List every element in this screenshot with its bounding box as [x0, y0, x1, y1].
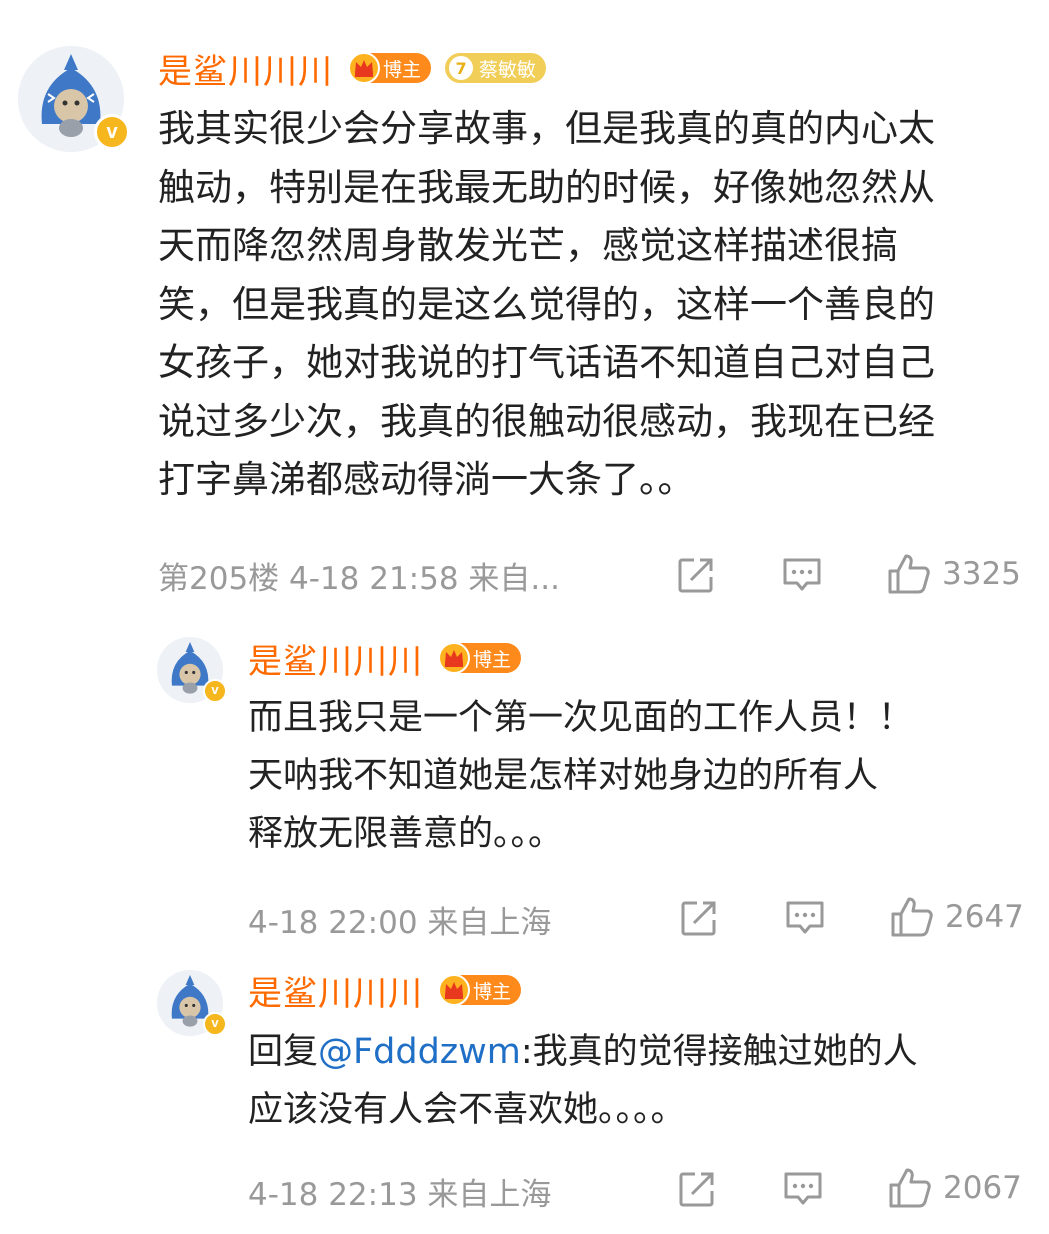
- comment-icon: [783, 558, 821, 591]
- username[interactable]: 是鲨川川川: [248, 966, 423, 1015]
- like-button[interactable]: 2067: [887, 1165, 1022, 1211]
- fan-level: 7: [449, 56, 474, 80]
- crown-icon: [348, 52, 380, 84]
- share-button[interactable]: [677, 1169, 717, 1209]
- comment-meta: 第205楼 4-18 21:58 来自...: [158, 561, 560, 597]
- thumbs-up-icon: [889, 1168, 931, 1208]
- fan-badge-label: 蔡敏敏: [479, 58, 537, 81]
- share-icon: [678, 558, 713, 593]
- host-badge-label: 博主: [473, 648, 512, 671]
- reply-text: 而且我只是一个第一次见面的工作人员！！ 天呐我不知道她是怎样对她身边的所有人 释…: [248, 698, 914, 854]
- username[interactable]: 是鲨川川川: [158, 44, 333, 93]
- host-badge: 博主: [438, 642, 522, 674]
- crown-icon: [438, 974, 470, 1006]
- avatar[interactable]: v: [157, 970, 227, 1036]
- comment-text: 我其实很少会分享故事，但是我真的真的内心太 触动，特别是在我最无助的时候，好像她…: [158, 107, 935, 501]
- reply-prefix: 回复: [248, 1032, 319, 1072]
- host-badge: 博主: [348, 52, 432, 84]
- comment-icon: [784, 1172, 822, 1205]
- comment-button[interactable]: [784, 898, 826, 938]
- crown-icon: [438, 642, 470, 674]
- like-count: 3325: [942, 556, 1021, 592]
- share-button[interactable]: [679, 898, 719, 938]
- like-count: 2647: [945, 899, 1024, 935]
- username[interactable]: 是鲨川川川: [248, 634, 423, 683]
- share-button[interactable]: [676, 555, 716, 595]
- host-badge-label: 博主: [383, 58, 422, 81]
- host-badge: 博主: [438, 974, 522, 1006]
- reply-meta: 4-18 22:13 来自上海: [248, 1177, 552, 1213]
- verified-v-icon: v: [203, 1012, 227, 1036]
- comment-button[interactable]: [782, 1169, 824, 1209]
- comment-icon: [786, 901, 824, 934]
- reply-meta: 4-18 22:00 来自上海: [248, 905, 552, 941]
- like-count: 2067: [943, 1170, 1022, 1206]
- share-icon: [679, 1172, 714, 1207]
- verified-v-icon: v: [203, 679, 227, 703]
- avatar[interactable]: v: [157, 637, 227, 703]
- verified-v-icon: v: [94, 114, 130, 150]
- reply-text: 回复@Fdddzwm:我真的觉得接触过她的人 应该没有人会不喜欢她。。。。: [248, 1023, 1038, 1139]
- share-icon: [681, 901, 716, 936]
- host-badge-label: 博主: [473, 980, 512, 1003]
- like-button[interactable]: 2647: [889, 894, 1024, 940]
- fan-badge: 7 蔡敏敏: [445, 53, 547, 83]
- thumbs-up-icon: [888, 554, 930, 594]
- thumbs-up-icon: [891, 897, 933, 937]
- avatar[interactable]: v: [18, 46, 130, 152]
- comment-button[interactable]: [781, 555, 823, 595]
- mention-link[interactable]: @Fdddzwm: [318, 1032, 521, 1072]
- like-button[interactable]: 3325: [886, 551, 1021, 597]
